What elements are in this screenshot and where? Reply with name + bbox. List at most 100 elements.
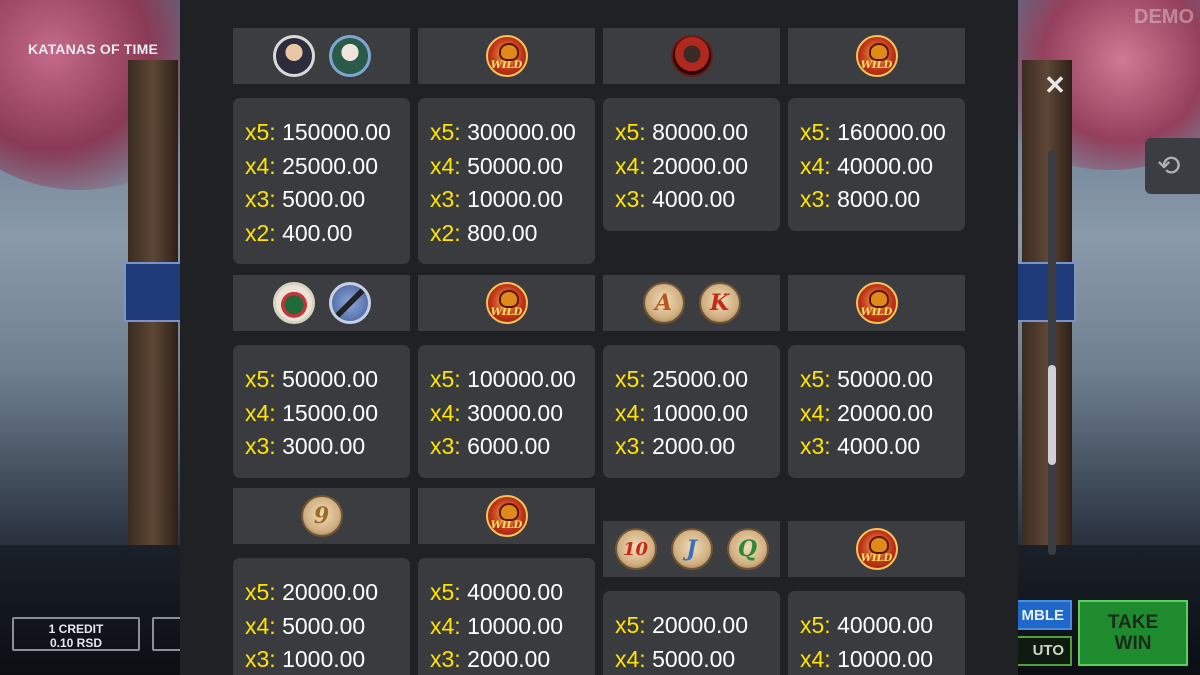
payout-multiplier: x3: [615, 433, 646, 460]
payout-amount: 5000.00 [652, 645, 736, 672]
payout-multiplier: x5: [430, 579, 461, 605]
wild-symbol-icon: WILD [855, 282, 898, 324]
payout-line: x4: 10000.00 [615, 397, 780, 431]
payout-amount: 8000.00 [837, 186, 921, 213]
payout-line: x3: 8000.00 [800, 183, 965, 217]
paytable-payout-card: x5: 300000.00 x4: 50000.00 x3: 10000.00 x2:… [418, 98, 595, 265]
payout-line: x5: 40000.00 [800, 609, 965, 643]
payout-multiplier: x4: [245, 612, 276, 639]
payout-amount: 15000.00 [282, 399, 379, 426]
payout-multiplier: x4: [245, 152, 276, 179]
payout-multiplier: x4: [245, 399, 276, 426]
payout-multiplier: x5: [430, 119, 461, 145]
letter-symbol-icon: A [642, 282, 685, 324]
payout-amount: 80000.00 [652, 119, 749, 145]
paytable-payout-card: x5: 40000.00 x4: 10000.00 x3: 2000.00 [418, 558, 595, 675]
payout-multiplier: x4: [430, 612, 461, 639]
take-win-button[interactable]: TAKE WIN [1078, 600, 1188, 666]
payout-amount: 150000.00 [282, 119, 391, 145]
payout-amount: 400.00 [282, 219, 353, 246]
payout-amount: 5000.00 [282, 612, 366, 639]
payout-line: x4: 5000.00 [615, 643, 780, 675]
take-win-line2: WIN [1114, 633, 1152, 654]
payout-line: x3: 1000.00 [245, 643, 410, 675]
paytable-symbol-header: WILD [418, 275, 595, 331]
paytable-payout-card: x5: 50000.00 x4: 20000.00 x3: 4000.00 [788, 345, 965, 478]
samurai-mask-icon [670, 35, 713, 77]
payout-multiplier: x3: [430, 646, 461, 673]
payout-multiplier: x3: [245, 186, 276, 213]
payout-line: x4: 25000.00 [245, 150, 410, 184]
payout-multiplier: x5: [615, 612, 646, 638]
wild-symbol-icon: WILD [855, 35, 898, 77]
wild-symbol-icon: WILD [485, 495, 528, 537]
payout-line: x2: 800.00 [430, 217, 595, 251]
payout-line: x5: 50000.00 [800, 363, 965, 397]
payout-amount: 5000.00 [282, 186, 366, 213]
payout-multiplier: x4: [430, 399, 461, 426]
payout-line: x5: 20000.00 [245, 576, 410, 610]
payout-amount: 25000.00 [652, 366, 749, 392]
credit-display[interactable]: 1 CREDIT 0.10 RSD [12, 617, 140, 651]
paytable-symbol-header: WILD [418, 488, 595, 544]
paytable-payout-card: x5: 20000.00 x4: 5000.00 x3: 1000.00 [233, 558, 410, 675]
payout-multiplier: x4: [615, 152, 646, 179]
letter-symbol-icon: J [670, 528, 713, 570]
pillar-band-left [124, 262, 188, 322]
payout-multiplier: x4: [800, 152, 831, 179]
payout-line: x5: 160000.00 [800, 116, 965, 150]
payout-multiplier: x5: [245, 366, 276, 392]
payout-amount: 50000.00 [282, 366, 379, 392]
payout-amount: 20000.00 [652, 612, 749, 638]
payout-line: x3: 4000.00 [615, 183, 780, 217]
close-icon[interactable]: ✕ [1040, 70, 1070, 100]
payout-amount: 40000.00 [467, 579, 564, 605]
credit-label: 1 CREDIT [48, 622, 104, 636]
payout-multiplier: x5: [615, 119, 646, 145]
payout-amount: 20000.00 [837, 399, 934, 426]
paytable-payout-card: x5: 25000.00 x4: 10000.00 x3: 2000.00 [603, 345, 780, 478]
letter-symbol-icon: K [698, 282, 741, 324]
payout-amount: 1000.00 [282, 646, 366, 673]
payout-multiplier: x5: [430, 366, 461, 392]
payout-line: x3: 5000.00 [245, 183, 410, 217]
payout-line: x5: 100000.00 [430, 363, 595, 397]
payout-line: x4: 20000.00 [615, 150, 780, 184]
credit-value: 0.10 RSD [49, 636, 103, 650]
payout-multiplier: x5: [615, 366, 646, 392]
payout-amount: 10000.00 [467, 612, 564, 639]
payout-multiplier: x3: [615, 186, 646, 213]
paytable-payout-card: x5: 100000.00 x4: 30000.00 x3: 6000.00 [418, 345, 595, 478]
payout-line: x4: 10000.00 [800, 643, 965, 675]
payout-amount: 2000.00 [467, 646, 551, 673]
paytable-panel[interactable]: x5: 150000.00 x4: 25000.00 x3: 5000.00 x2: … [180, 0, 1018, 675]
payout-multiplier: x3: [800, 186, 831, 213]
payout-line: x4: 15000.00 [245, 397, 410, 431]
game-title: KATANAS OF TIME [28, 41, 159, 57]
payout-line: x5: 50000.00 [245, 363, 410, 397]
payout-line: x2: 400.00 [245, 217, 410, 251]
scrollbar-track[interactable] [1048, 150, 1056, 555]
payout-line: x4: 30000.00 [430, 397, 595, 431]
payout-amount: 2000.00 [652, 433, 736, 460]
payout-amount: 40000.00 [837, 612, 934, 638]
samurai-portrait-icon [272, 35, 315, 77]
paytable-symbol-header [233, 275, 410, 331]
payout-amount: 10000.00 [467, 186, 564, 213]
payout-amount: 50000.00 [837, 366, 934, 392]
payout-multiplier: x3: [430, 186, 461, 213]
scrollbar-thumb[interactable] [1048, 365, 1056, 465]
pillar-band-right [1012, 262, 1076, 322]
payout-line: x5: 20000.00 [615, 609, 780, 643]
payout-amount: 3000.00 [282, 433, 366, 460]
payout-multiplier: x2: [430, 219, 461, 246]
payout-line: x5: 150000.00 [245, 116, 410, 150]
history-icon[interactable]: ⟲ [1145, 138, 1200, 194]
payout-multiplier: x4: [800, 399, 831, 426]
payout-line: x5: 40000.00 [430, 576, 595, 610]
payout-multiplier: x2: [245, 219, 276, 246]
letter-symbol-icon: 10 [614, 528, 657, 570]
payout-amount: 50000.00 [467, 152, 564, 179]
paytable-symbol-header [233, 28, 410, 84]
payout-amount: 800.00 [467, 219, 538, 246]
